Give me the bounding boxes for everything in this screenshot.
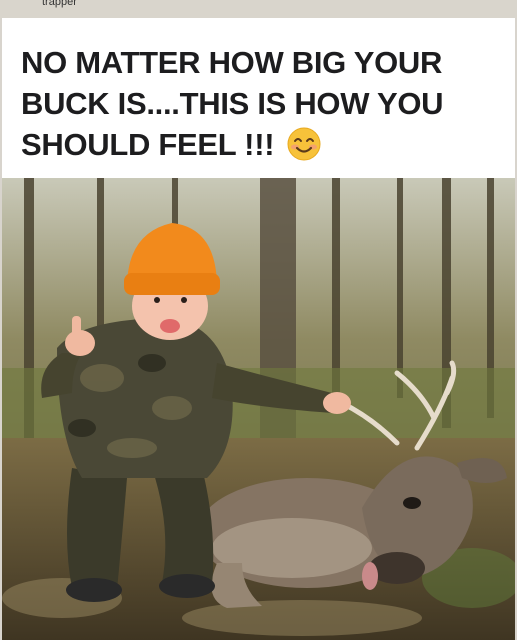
post-author-name[interactable]: trapper [42,0,77,8]
caption-text: NO MATTER HOW BIG YOUR BUCK IS....THIS I… [21,45,444,162]
smiling-face-icon [287,127,321,171]
post-caption: NO MATTER HOW BIG YOUR BUCK IS....THIS I… [21,42,491,171]
post-photo[interactable] [2,178,515,640]
post-header-bar: trapper [0,0,517,18]
post-card: NO MATTER HOW BIG YOUR BUCK IS....THIS I… [2,18,515,640]
